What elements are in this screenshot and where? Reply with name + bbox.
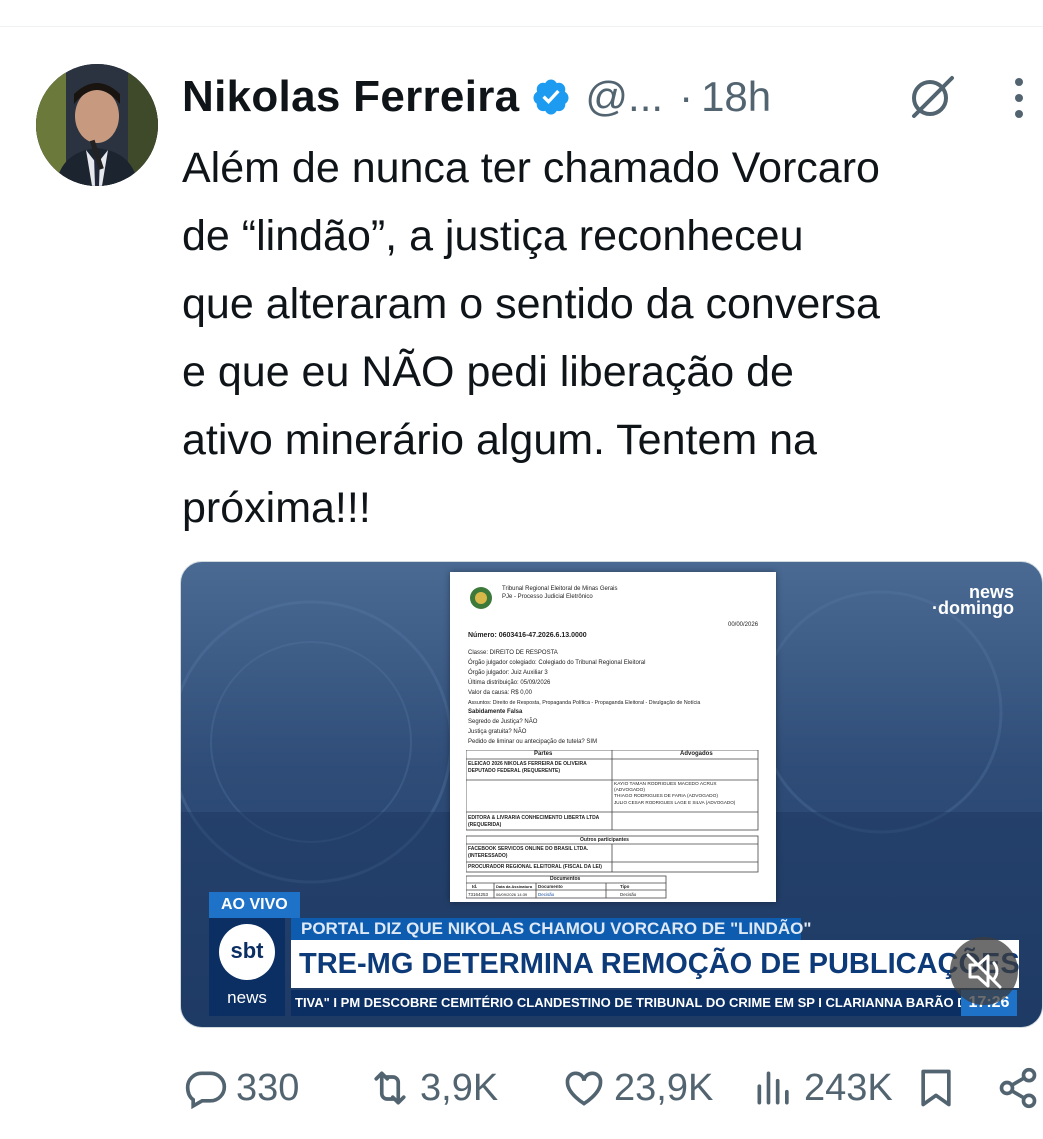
doc-orgao2: Órgão julgador: Juiz Auxiliar 3 (468, 670, 548, 676)
sbt-news-logo: sbt news (209, 918, 285, 1016)
court-emblem-icon (470, 587, 492, 609)
views-button[interactable]: 243K (752, 1060, 893, 1116)
share-button[interactable] (996, 1060, 1040, 1116)
reply-count: 330 (236, 1066, 300, 1109)
doc-row-id: 73164253 (468, 892, 489, 897)
doc-assuntos2: Sabidamente Falsa (468, 709, 523, 715)
share-icon (999, 1067, 1037, 1109)
author-handle[interactable]: @... (585, 73, 663, 121)
heart-icon (565, 1071, 603, 1106)
doc-distrib: Última distribuição: 05/09/2026 (468, 680, 551, 686)
doc-orgao: Órgão julgador colegiado: Colegiado do T… (468, 660, 646, 666)
reply-icon (185, 1071, 227, 1110)
mute-button[interactable] (950, 937, 1018, 1005)
more-options-icon[interactable] (1006, 74, 1032, 122)
bookmark-icon (921, 1069, 951, 1107)
doc-row-tipo: Decisão (620, 892, 637, 897)
doc-row-documento: Decisão (538, 892, 555, 897)
doc-adv2: THIAGO RODRIGUES DE FARIA (ADVOGADO) (614, 794, 718, 799)
sbt-logo-text: sbt (230, 938, 264, 963)
repost-count: 3,9K (420, 1066, 499, 1109)
repost-button[interactable]: 3,9K (368, 1060, 498, 1116)
live-badge: AO VIVO (209, 892, 300, 918)
views-bar-chart-icon (757, 1071, 789, 1105)
subheadline-bar: PORTAL DIZ QUE NIKOLAS CHAMOU VORCARO DE… (291, 918, 811, 940)
doc-date: 00/00/2026 (728, 622, 759, 628)
doc-liminar: Pedido de liminar ou antecipação de tute… (468, 739, 598, 745)
doc-assuntos: Assuntos: Direito de Resposta, Propagand… (468, 700, 701, 706)
court-document: Tribunal Regional Eleitoral de Minas Ger… (450, 572, 776, 902)
top-divider (0, 26, 1043, 27)
doc-parte1b: DEPUTADO FEDERAL (REQUERENTE) (468, 768, 561, 774)
doc-parte2b: (REQUERIDA) (468, 822, 502, 828)
doc-parte2: EDITORA & LIVRARIA CONHECIMENTO LIBERTA … (468, 815, 600, 821)
sbt-logo-news: news (227, 988, 267, 1007)
channel-mark: news ·domingo (932, 582, 1014, 618)
doc-outro2: PROCURADOR REGIONAL ELEITORAL (FISCAL DA… (468, 864, 602, 870)
doc-outro1: FACEBOOK SERVICOS ONLINE DO BRASIL LTDA. (468, 846, 589, 852)
doc-col-partes: Partes (534, 751, 553, 757)
doc-parte1: ELEICAO 2026 NIKOLAS FERREIRA DE OLIVEIR… (468, 761, 587, 767)
doc-col-advogados: Advogados (680, 751, 713, 757)
bookmark-button[interactable] (914, 1060, 958, 1116)
like-count: 23,9K (614, 1066, 714, 1109)
doc-col-tipo: Tipo (620, 884, 630, 889)
doc-adv1b: (ADVOGADO) (614, 788, 645, 793)
timestamp[interactable]: 18h (701, 73, 771, 121)
reply-button[interactable]: 330 (184, 1060, 299, 1116)
view-count: 243K (804, 1066, 893, 1109)
speaker-muted-icon (966, 953, 1002, 989)
doc-classe: Classe: DIREITO DE RESPOSTA (468, 650, 558, 656)
doc-col-data: Data da Assinatura (496, 884, 533, 889)
doc-col-id: Id. (472, 884, 478, 889)
doc-valor: Valor da causa: R$ 0,00 (468, 690, 532, 696)
tweet-actions: 330 3,9K 23,9K 243K (0, 1060, 1043, 1116)
doc-outro1b: (INTERESSADO) (468, 853, 508, 859)
verified-badge-icon[interactable] (531, 77, 571, 117)
grok-icon[interactable] (906, 72, 958, 124)
doc-segredo: Segredo de Justiça? NÃO (468, 719, 538, 725)
headline-bar: TRE-MG DETERMINA REMOÇÃO DE PUBLICAÇÕES … (291, 940, 1019, 988)
news-ticker: TIVA" I PM DESCOBRE CEMITÉRIO CLANDESTIN… (291, 990, 1015, 1016)
tweet-header: Nikolas Ferreira @... · 18h (182, 68, 771, 126)
repost-icon (374, 1071, 406, 1105)
doc-gratuita: Justiça gratuita? NÃO (468, 729, 527, 735)
doc-adv1: KAYIO TAMAN RODRIGUES MACEDO ACRUX (614, 782, 717, 787)
doc-system: PJe - Processo Judicial Eletrônico (502, 594, 593, 600)
like-button[interactable]: 23,9K (562, 1060, 713, 1116)
avatar[interactable] (36, 64, 158, 186)
media-video[interactable]: Tribunal Regional Eleitoral de Minas Ger… (180, 561, 1043, 1028)
doc-number: Número: 0603416-47.2026.6.13.0000 (468, 632, 587, 639)
separator-dot: · (679, 73, 694, 120)
author-name[interactable]: Nikolas Ferreira (182, 72, 519, 122)
doc-col-documento: Documento (538, 884, 563, 889)
tweet-text: Além de nunca ter chamado Vorcaro de “li… (182, 144, 880, 532)
doc-court: Tribunal Regional Eleitoral de Minas Ger… (502, 586, 618, 592)
avatar-image (36, 64, 158, 186)
doc-adv3: JULIO CESAR RODRIGUES LAGE E SILVA (ADVO… (614, 800, 736, 805)
doc-docs: Documentos (550, 876, 581, 882)
doc-outros: Outros participantes (580, 837, 629, 843)
doc-row-data: 06/09/2026 14:39 (496, 892, 528, 897)
